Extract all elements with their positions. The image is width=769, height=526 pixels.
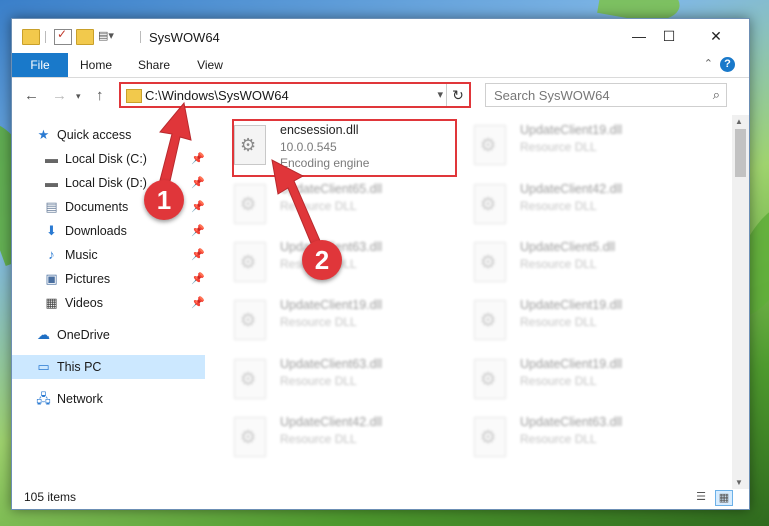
arrow-2	[271, 159, 322, 249]
callout-2: 2	[302, 240, 342, 280]
arrow-1	[157, 101, 192, 191]
callout-1: 1	[144, 180, 184, 220]
annotation-arrows	[157, 101, 322, 249]
